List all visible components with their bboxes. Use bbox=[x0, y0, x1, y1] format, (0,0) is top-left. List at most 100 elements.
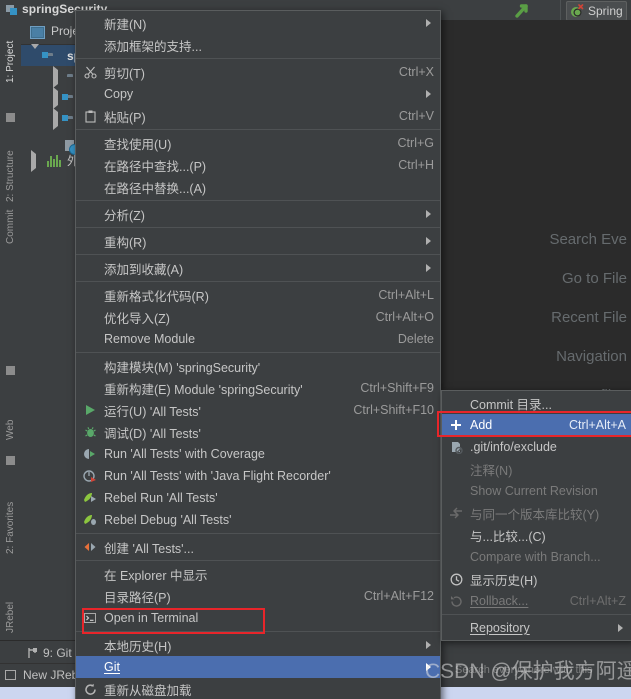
stripe-button-commit[interactable]: Commit bbox=[0, 192, 21, 262]
toolbar-divider bbox=[560, 0, 561, 20]
menu-item-reformat-code[interactable]: 重新格式化代码(R) Ctrl+Alt+L bbox=[76, 284, 440, 306]
menu-item-local-history[interactable]: 本地历史(H) bbox=[76, 634, 440, 656]
menu-item-open-in-terminal[interactable]: Open in Terminal bbox=[76, 607, 440, 629]
menu-separator bbox=[76, 58, 440, 59]
no-icon bbox=[76, 12, 104, 34]
menu-separator bbox=[76, 227, 440, 228]
menu-item-label: Rebel Run 'All Tests' bbox=[104, 491, 218, 505]
submenu-item-commit-directory[interactable]: Commit 目录... bbox=[442, 392, 631, 414]
menu-item-add-to-favorites[interactable]: 添加到收藏(A) bbox=[76, 257, 440, 279]
menu-item-label: 调试(D) 'All Tests' bbox=[104, 426, 201, 441]
submenu-item-git-exclude[interactable]: .git/info/exclude bbox=[442, 436, 631, 458]
menu-item-run-with-coverage[interactable]: Run 'All Tests' with Coverage bbox=[76, 443, 440, 465]
expand-caret-icon[interactable] bbox=[31, 149, 36, 172]
menu-item-find-in-path[interactable]: 在路径中查找...(P) Ctrl+H bbox=[76, 154, 440, 176]
menu-item-shortcut: Ctrl+H bbox=[398, 158, 434, 172]
menu-separator bbox=[76, 129, 440, 130]
menu-item-optimize-imports[interactable]: 优化导入(Z) Ctrl+Alt+O bbox=[76, 306, 440, 328]
rebel-debug-icon bbox=[76, 509, 104, 531]
menu-item-find-usages[interactable]: 查找使用(U) Ctrl+G bbox=[76, 132, 440, 154]
no-icon bbox=[76, 284, 104, 306]
menu-item-label: 运行(U) 'All Tests' bbox=[104, 404, 201, 419]
menu-item-replace-in-path[interactable]: 在路径中替换...(A) bbox=[76, 176, 440, 198]
no-icon bbox=[76, 306, 104, 328]
git-submenu[interactable]: Commit 目录... Add Ctrl+Alt+A .git/info/ex… bbox=[441, 390, 631, 641]
no-icon bbox=[442, 546, 470, 568]
submenu-item-shortcut: Ctrl+Alt+A bbox=[569, 418, 626, 432]
submenu-arrow-icon bbox=[422, 237, 434, 245]
no-icon bbox=[442, 392, 470, 414]
run-arrow-icon[interactable] bbox=[514, 3, 532, 18]
menu-item-show-in-explorer[interactable]: 在 Explorer 中显示 bbox=[76, 563, 440, 585]
menu-item-label: 添加到收藏(A) bbox=[104, 262, 184, 277]
expand-caret-icon[interactable] bbox=[53, 65, 58, 88]
submenu-item-label: Rollback... bbox=[470, 594, 529, 608]
profiler-icon bbox=[76, 465, 104, 487]
submenu-arrow-icon bbox=[422, 641, 434, 649]
menu-item-run-with-jfr[interactable]: Run 'All Tests' with 'Java Flight Record… bbox=[76, 465, 440, 487]
menu-item-add-framework-support[interactable]: 添加框架的支持... bbox=[76, 34, 440, 56]
no-icon bbox=[76, 634, 104, 656]
stripe-button-project[interactable]: 1: Project bbox=[0, 20, 21, 104]
menu-item-cut[interactable]: 剪切(T) Ctrl+X bbox=[76, 61, 440, 83]
menu-separator bbox=[76, 200, 440, 201]
menu-item-rebuild-module[interactable]: 重新构建(E) Module 'springSecurity' Ctrl+Shi… bbox=[76, 377, 440, 399]
no-icon bbox=[76, 563, 104, 585]
stripe-button-jrebel[interactable]: JRebel bbox=[0, 588, 21, 646]
stripe-button-favorites[interactable]: 2: Favorites bbox=[0, 482, 21, 574]
submenu-item-label: 注释(N) bbox=[470, 463, 513, 478]
submenu-item-label: 与同一个版本库比较(Y) bbox=[470, 507, 600, 522]
menu-item-run-all-tests[interactable]: 运行(U) 'All Tests' Ctrl+Shift+F10 bbox=[76, 399, 440, 421]
menu-item-build-module[interactable]: 构建模块(M) 'springSecurity' bbox=[76, 355, 440, 377]
menu-item-refactor[interactable]: 重构(R) bbox=[76, 230, 440, 252]
intellij-idea-window: springSecurity Spring 1: Project 2: Stru… bbox=[0, 0, 631, 699]
menu-item-label: 剪切(T) bbox=[104, 66, 145, 81]
stripe-button-web[interactable]: Web bbox=[0, 405, 21, 455]
hint-go-to-file: Go to File bbox=[561, 270, 627, 287]
menu-item-label: 重构(R) bbox=[104, 235, 147, 250]
menu-item-new[interactable]: 新建(N) bbox=[76, 12, 440, 34]
no-icon bbox=[76, 176, 104, 198]
context-menu[interactable]: 新建(N) 添加框架的支持... 剪切(T) Ctrl+X Copy 粘贴(P)… bbox=[75, 10, 441, 699]
menu-item-create-run-config[interactable]: 创建 'All Tests'... bbox=[76, 536, 440, 558]
submenu-item-show-current-revision: Show Current Revision bbox=[442, 480, 631, 502]
submenu-arrow-icon bbox=[422, 264, 434, 272]
menu-item-label: 在 Explorer 中显示 bbox=[104, 568, 208, 583]
hint-recent-files: Recent File bbox=[551, 309, 627, 326]
menu-item-shortcut: Ctrl+G bbox=[397, 136, 434, 150]
app-icon bbox=[6, 4, 18, 16]
rebel-run-icon bbox=[76, 487, 104, 509]
menu-item-debug-all-tests[interactable]: 调试(D) 'All Tests' bbox=[76, 421, 440, 443]
submenu-item-compare-with[interactable]: 与...比较...(C) bbox=[442, 524, 631, 546]
submenu-item-add[interactable]: Add Ctrl+Alt+A bbox=[442, 414, 631, 436]
menu-item-rebel-debug[interactable]: Rebel Debug 'All Tests' bbox=[76, 509, 440, 531]
menu-item-label: Rebel Debug 'All Tests' bbox=[104, 513, 232, 527]
no-icon bbox=[76, 257, 104, 279]
menu-item-git[interactable]: Git bbox=[76, 656, 440, 678]
menu-item-shortcut: Ctrl+V bbox=[398, 109, 434, 123]
spring-run-config-selector[interactable]: Spring bbox=[566, 1, 627, 21]
run-icon bbox=[76, 399, 104, 421]
menu-item-label: Run 'All Tests' with 'Java Flight Record… bbox=[104, 469, 331, 483]
menu-item-copy[interactable]: Copy bbox=[76, 83, 440, 105]
menu-item-directory-path[interactable]: 目录路径(P) Ctrl+Alt+F12 bbox=[76, 585, 440, 607]
menu-item-analyze[interactable]: 分析(Z) bbox=[76, 203, 440, 225]
menu-item-rebel-run[interactable]: Rebel Run 'All Tests' bbox=[76, 487, 440, 509]
submenu-arrow-icon bbox=[614, 624, 626, 632]
submenu-item-label: Add bbox=[470, 418, 493, 432]
bottom-tab-git[interactable]: 9: Git bbox=[27, 644, 72, 662]
ignore-file-icon bbox=[442, 436, 470, 458]
menu-item-paste[interactable]: 粘贴(P) Ctrl+V bbox=[76, 105, 440, 127]
menu-item-shortcut: Ctrl+X bbox=[398, 65, 434, 79]
submenu-item-show-history[interactable]: 显示历史(H) bbox=[442, 568, 631, 590]
menu-item-reload-from-disk[interactable]: 重新从磁盘加载 bbox=[76, 678, 440, 699]
terminal-icon bbox=[76, 607, 104, 629]
submenu-item-repository[interactable]: Repository bbox=[442, 617, 631, 639]
submenu-item-label: 与...比较...(C) bbox=[470, 529, 546, 544]
no-icon bbox=[76, 132, 104, 154]
menu-item-label: 目录路径(P) bbox=[104, 590, 171, 605]
menu-item-remove-module[interactable]: Remove Module Delete bbox=[76, 328, 440, 350]
expand-caret-open-icon[interactable] bbox=[31, 43, 39, 63]
expand-caret-icon[interactable] bbox=[53, 86, 58, 109]
expand-caret-icon[interactable] bbox=[53, 107, 58, 130]
